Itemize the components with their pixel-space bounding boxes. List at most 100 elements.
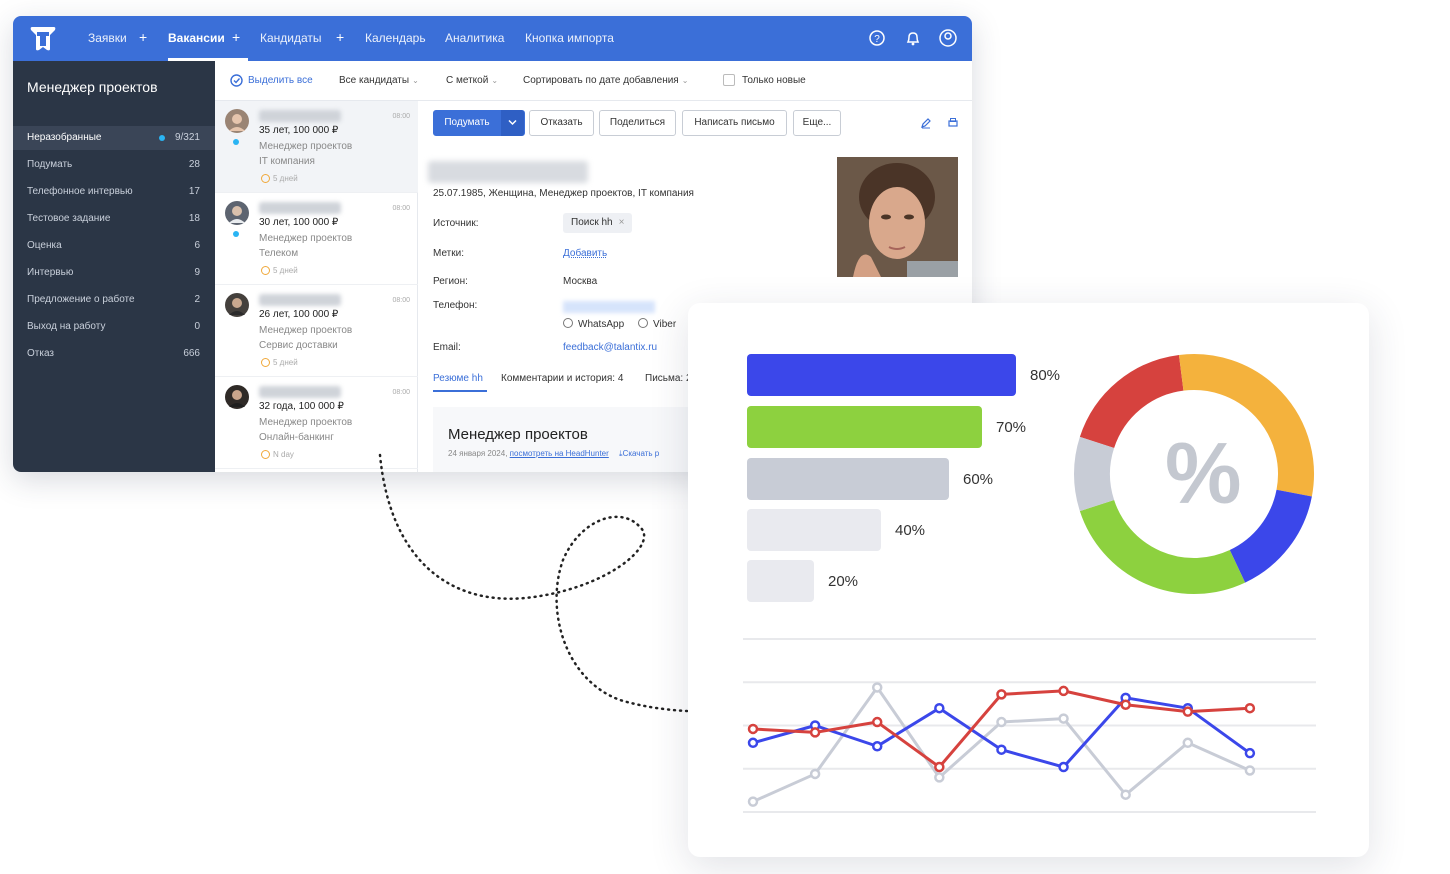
only-new-checkbox[interactable]: [723, 74, 735, 86]
email-link[interactable]: feedback@talantix.ru: [563, 342, 657, 353]
write-letter-button[interactable]: Написать письмо: [682, 110, 787, 136]
resume-meta: 24 января 2024, посмотреть на HeadHunter…: [448, 449, 659, 459]
data-point: [934, 772, 945, 783]
stage-count: 2: [194, 294, 200, 305]
reject-button[interactable]: Отказать: [529, 110, 594, 136]
chevron-down-icon: ⌄: [681, 76, 689, 85]
tab-resume[interactable]: Резюме hh: [433, 373, 483, 384]
data-point: [1244, 765, 1256, 776]
stage-unsorted[interactable]: Неразобранные 9/321: [13, 126, 215, 150]
stage-phone-interview[interactable]: Телефонное интервью 17: [13, 180, 215, 204]
nav-vacancies[interactable]: Вакансии: [168, 31, 225, 45]
data-point: [996, 716, 1007, 728]
edit-icon[interactable]: [920, 117, 932, 129]
candidate-portrait: [837, 157, 958, 277]
source-tag[interactable]: Поиск hh ×: [563, 213, 633, 233]
stage-count: 17: [188, 186, 200, 197]
data-point: [1120, 699, 1131, 710]
select-all-link[interactable]: Выделить все: [248, 75, 313, 86]
stage-count: 28: [188, 159, 200, 170]
data-point: [871, 716, 883, 728]
print-icon[interactable]: [947, 117, 959, 129]
data-point: [809, 768, 821, 780]
data-point: [1058, 685, 1069, 697]
data-point: [1182, 706, 1194, 717]
dropdown-label: Все кандидаты: [339, 75, 410, 86]
stage-interview[interactable]: Интервью 9: [13, 261, 215, 285]
data-point: [1244, 702, 1256, 714]
percent-icon: %: [1165, 426, 1242, 522]
card-waiting: 5 дней: [261, 358, 298, 367]
waiting-text: N day: [273, 450, 294, 459]
unread-dot: [233, 231, 239, 237]
progress-bar: [747, 354, 1016, 396]
progress-bar-label: 20%: [828, 573, 859, 590]
tab-comments[interactable]: Комментарии и история: 4: [501, 373, 623, 384]
blurred-name: [259, 202, 341, 214]
data-point: [1244, 747, 1256, 759]
add-request-plus-icon[interactable]: +: [139, 29, 147, 45]
all-candidates-dropdown[interactable]: Все кандидаты ⌄: [339, 75, 419, 86]
data-point: [747, 737, 759, 749]
bell-icon[interactable]: [903, 28, 923, 48]
app-logo[interactable]: [29, 25, 57, 52]
list-toolbar: Выделить все Все кандидаты ⌄ С меткой ⌄ Со…: [215, 61, 972, 101]
check-circle-icon[interactable]: [230, 74, 243, 87]
nav-calendar[interactable]: Календарь: [365, 31, 426, 45]
stage-assessment[interactable]: Оценка 6: [13, 234, 215, 258]
progress-bar: [747, 458, 949, 500]
progress-bar: [747, 406, 982, 448]
data-point: [809, 727, 821, 738]
user-profile-icon[interactable]: [938, 28, 958, 48]
candidate-card[interactable]: 08:00 32 года, 100 000 ₽ Менеджер проект…: [215, 377, 418, 469]
nav-import-button[interactable]: Кнопка импорта: [525, 31, 614, 45]
candidate-card[interactable]: 08:00 26 лет, 100 000 ₽ Менеджер проекто…: [215, 285, 418, 377]
view-on-hh-link[interactable]: посмотреть на HeadHunter: [510, 449, 609, 458]
stage-rejected[interactable]: Отказ 666: [13, 342, 215, 366]
think-dropdown-toggle[interactable]: [501, 110, 524, 136]
add-tag-link[interactable]: Добавить: [563, 248, 607, 259]
candidate-card[interactable]: 08:00 30 лет, 100 000 ₽ Менеджер проекто…: [215, 193, 418, 285]
clock-icon: [261, 450, 270, 459]
nav-requests[interactable]: Заявки: [88, 31, 127, 45]
stage-think[interactable]: Подумать 28: [13, 153, 215, 177]
stage-start-work[interactable]: Выход на работу 0: [13, 315, 215, 339]
nav-analytics[interactable]: Аналитика: [445, 31, 504, 45]
stage-count: 18: [188, 213, 200, 224]
blurred-name: [259, 294, 341, 306]
tab-letters[interactable]: Письма: 2: [645, 373, 692, 384]
region-value: Москва: [563, 276, 598, 287]
card-age-salary: 32 года, 100 000 ₽: [259, 401, 344, 412]
sort-dropdown[interactable]: Сортировать по дате добавления ⌄: [523, 75, 688, 86]
download-text: Скачать р: [622, 449, 660, 458]
waiting-text: 5 дней: [273, 358, 298, 367]
whatsapp-link[interactable]: WhatsApp: [563, 318, 624, 330]
data-point: [934, 761, 945, 773]
viber-link[interactable]: Viber: [638, 318, 676, 330]
progress-bar: [747, 509, 881, 551]
stage-label: Предложение о работе: [27, 294, 135, 305]
more-button[interactable]: Еще...: [793, 110, 841, 136]
download-link[interactable]: ⤓Скачать р: [619, 449, 659, 458]
share-button[interactable]: Поделиться: [599, 110, 676, 136]
chevron-down-icon: ⌄: [491, 76, 499, 85]
candidate-photo: [837, 157, 958, 277]
stage-job-offer[interactable]: Предложение о работе 2: [13, 288, 215, 312]
help-icon[interactable]: ?: [867, 28, 887, 48]
stage-test-task[interactable]: Тестовое задание 18: [13, 207, 215, 231]
nav-candidates[interactable]: Кандидаты: [260, 31, 322, 45]
card-waiting: 5 дней: [261, 174, 298, 183]
progress-bar-label: 40%: [895, 522, 926, 539]
blurred-name: [259, 110, 341, 122]
with-tag-dropdown[interactable]: С меткой ⌄: [446, 75, 498, 86]
candidate-card[interactable]: 08:00 35 лет, 100 000 ₽ Менеджер проекто…: [215, 101, 418, 193]
only-new-label[interactable]: Только новые: [742, 75, 806, 86]
pipeline-sidebar: Менеджер проектов Неразобранные 9/321 По…: [13, 61, 215, 472]
source-label: Источник:: [433, 218, 479, 229]
add-candidate-plus-icon[interactable]: +: [336, 29, 344, 45]
remove-tag-icon[interactable]: ×: [619, 217, 625, 228]
data-point: [871, 682, 883, 693]
whatsapp-text: WhatsApp: [578, 319, 625, 330]
card-company: IT компания: [259, 156, 315, 167]
add-vacancy-plus-icon[interactable]: +: [232, 29, 240, 45]
